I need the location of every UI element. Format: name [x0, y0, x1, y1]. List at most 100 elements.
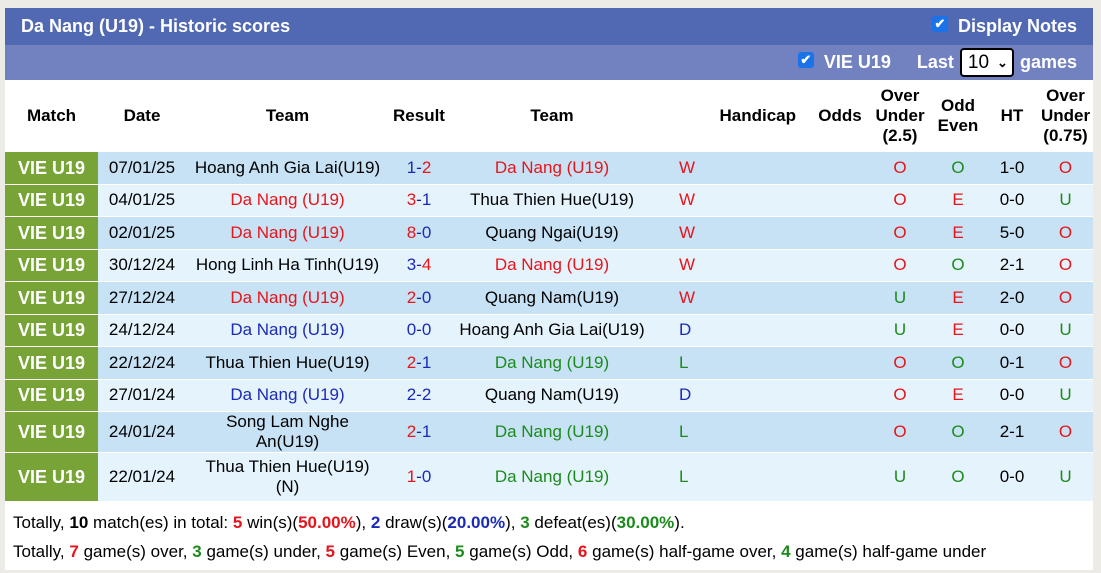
col-result: Result — [393, 106, 445, 125]
home-team-cell[interactable]: Song Lam Nghe An(U19) — [186, 411, 389, 453]
handicap-cell: W — [655, 249, 810, 282]
league-cell[interactable]: VIE U19 — [5, 281, 98, 314]
ht-score-cell: 0-0 — [986, 379, 1038, 412]
league-cell[interactable]: VIE U19 — [5, 379, 98, 412]
handicap-cell: D — [655, 314, 810, 347]
col-home-team: Team — [265, 106, 310, 125]
half-over-under-cell: O — [1038, 346, 1093, 379]
home-team-cell[interactable]: Da Nang (U19) — [186, 184, 389, 217]
odds-cell — [810, 411, 870, 453]
over-under-cell: O — [870, 152, 930, 184]
away-team-cell[interactable]: Da Nang (U19) — [449, 249, 655, 282]
home-score: 1 — [406, 467, 417, 486]
result-cell[interactable]: 1-0 — [389, 452, 449, 502]
home-team-cell[interactable]: Hong Linh Ha Tinh(U19) — [186, 249, 389, 282]
result-cell[interactable]: 2-0 — [389, 281, 449, 314]
league-cell[interactable]: VIE U19 — [5, 411, 98, 453]
odds-cell — [810, 281, 870, 314]
away-team-cell[interactable]: Da Nang (U19) — [449, 346, 655, 379]
table-row[interactable]: VIE U19 04/01/25 Da Nang (U19) 3-1 Thua Thie… — [5, 184, 1093, 217]
display-notes-toggle[interactable]: ✔ Display Notes — [931, 15, 1077, 37]
home-score: 3 — [406, 190, 417, 210]
result-cell[interactable]: 2-1 — [389, 411, 449, 453]
table-row[interactable]: VIE U19 02/01/25 Da Nang (U19) 8-0 Quang Nga… — [5, 216, 1093, 249]
table-row[interactable]: VIE U19 22/01/24 Thua Thien Hue(U19) (N) 1-… — [5, 452, 1093, 502]
league-cell[interactable]: VIE U19 — [5, 152, 98, 184]
win-loss-indicator: D — [679, 320, 692, 340]
home-team-cell[interactable]: Hoang Anh Gia Lai(U19) — [186, 152, 389, 184]
away-team-cell[interactable]: Thua Thien Hue(U19) — [449, 184, 655, 217]
away-score: 0 — [421, 222, 432, 242]
away-team-cell[interactable]: Da Nang (U19) — [449, 411, 655, 453]
table-row[interactable]: VIE U19 07/01/25 Hoang Anh Gia Lai(U19) 1-2… — [5, 152, 1093, 184]
result-cell[interactable]: 2-2 — [389, 379, 449, 412]
away-team-cell[interactable]: Da Nang (U19) — [449, 452, 655, 502]
home-team-cell[interactable]: Da Nang (U19) — [186, 281, 389, 314]
home-team-cell[interactable]: Da Nang (U19) — [186, 379, 389, 412]
date-cell: 02/01/25 — [98, 216, 186, 249]
win-loss-indicator: D — [679, 385, 692, 405]
away-team-cell[interactable]: Hoang Anh Gia Lai(U19) — [449, 314, 655, 347]
league-cell[interactable]: VIE U19 — [5, 249, 98, 282]
table-row[interactable]: VIE U19 27/01/24 Da Nang (U19) 2-2 Quang Nam… — [5, 379, 1093, 412]
ht-score-cell: 0-1 — [986, 346, 1038, 379]
away-team-cell[interactable]: Quang Nam(U19) — [449, 281, 655, 314]
half-over-under-cell: O — [1038, 152, 1093, 184]
games-count-select[interactable]: 10 ⌄ — [959, 48, 1014, 77]
table-row[interactable]: VIE U19 24/01/24 Song Lam Nghe An(U19) 2-1 D… — [5, 411, 1093, 453]
table-row[interactable]: VIE U19 27/12/24 Da Nang (U19) 2-0 Quang Nam… — [5, 281, 1093, 314]
result-cell[interactable]: 3-1 — [389, 184, 449, 217]
odds-cell — [810, 216, 870, 249]
half-over-under-cell: U — [1038, 452, 1093, 502]
date-cell: 22/12/24 — [98, 346, 186, 379]
home-score: 2 — [406, 287, 417, 307]
odds-cell — [810, 152, 870, 184]
ht-score-cell: 5-0 — [986, 216, 1038, 249]
result-cell[interactable]: 0-0 — [389, 314, 449, 347]
result-cell[interactable]: 2-1 — [389, 346, 449, 379]
result-cell[interactable]: 3-4 — [389, 249, 449, 282]
league-cell[interactable]: VIE U19 — [5, 184, 98, 217]
historic-scores-panel: Da Nang (U19) - Historic scores ✔ Displa… — [5, 8, 1093, 570]
handicap-cell: L — [655, 346, 810, 379]
result-cell[interactable]: 1-2 — [389, 152, 449, 184]
away-team-cell[interactable]: Quang Nam(U19) — [449, 379, 655, 412]
over-under-cell: O — [870, 184, 930, 217]
away-score: 1 — [421, 422, 432, 441]
home-score: 2 — [406, 422, 417, 441]
table-row[interactable]: VIE U19 24/12/24 Da Nang (U19) 0-0 Hoang Anh… — [5, 314, 1093, 347]
home-score: 2 — [406, 385, 417, 405]
win-loss-indicator: L — [679, 422, 689, 441]
summary: Totally, 10 match(es) in total: 5 win(s)… — [5, 502, 1093, 570]
win-loss-indicator: W — [679, 157, 696, 177]
summary-goals-line: Totally, 7 game(s) over, 3 game(s) under… — [13, 542, 987, 561]
date-cell: 27/01/24 — [98, 379, 186, 412]
home-score: 2 — [406, 352, 417, 372]
display-notes-checkbox[interactable]: ✔ — [931, 15, 948, 32]
col-date: Date — [123, 106, 161, 125]
away-team-cell[interactable]: Quang Ngai(U19) — [449, 216, 655, 249]
home-team-cell[interactable]: Da Nang (U19) — [186, 314, 389, 347]
odd-even-cell: E — [930, 281, 986, 314]
home-team-cell[interactable]: Thua Thien Hue(U19) — [186, 346, 389, 379]
league-filter-checkbox[interactable]: ✔ — [797, 51, 814, 68]
league-cell[interactable]: VIE U19 — [5, 216, 98, 249]
league-cell[interactable]: VIE U19 — [5, 452, 98, 502]
odds-cell — [810, 314, 870, 347]
table-row[interactable]: VIE U19 22/12/24 Thua Thien Hue(U19) 2-1 Da … — [5, 346, 1093, 379]
away-team-cell[interactable]: Da Nang (U19) — [449, 152, 655, 184]
over-under-cell: O — [870, 249, 930, 282]
win-loss-indicator: W — [679, 222, 696, 242]
table-row[interactable]: VIE U19 30/12/24 Hong Linh Ha Tinh(U19) 3-4… — [5, 249, 1093, 282]
col-over-under-0-75: Over Under (0.75) — [1040, 86, 1091, 145]
league-cell[interactable]: VIE U19 — [5, 314, 98, 347]
home-team-cell[interactable]: Da Nang (U19) — [186, 216, 389, 249]
odds-cell — [810, 184, 870, 217]
odds-cell — [810, 379, 870, 412]
away-score: 0 — [421, 467, 432, 486]
result-cell[interactable]: 8-0 — [389, 216, 449, 249]
away-score: 4 — [421, 255, 432, 275]
home-team-cell[interactable]: Thua Thien Hue(U19) (N) — [186, 452, 389, 502]
odd-even-cell: E — [930, 216, 986, 249]
league-cell[interactable]: VIE U19 — [5, 346, 98, 379]
